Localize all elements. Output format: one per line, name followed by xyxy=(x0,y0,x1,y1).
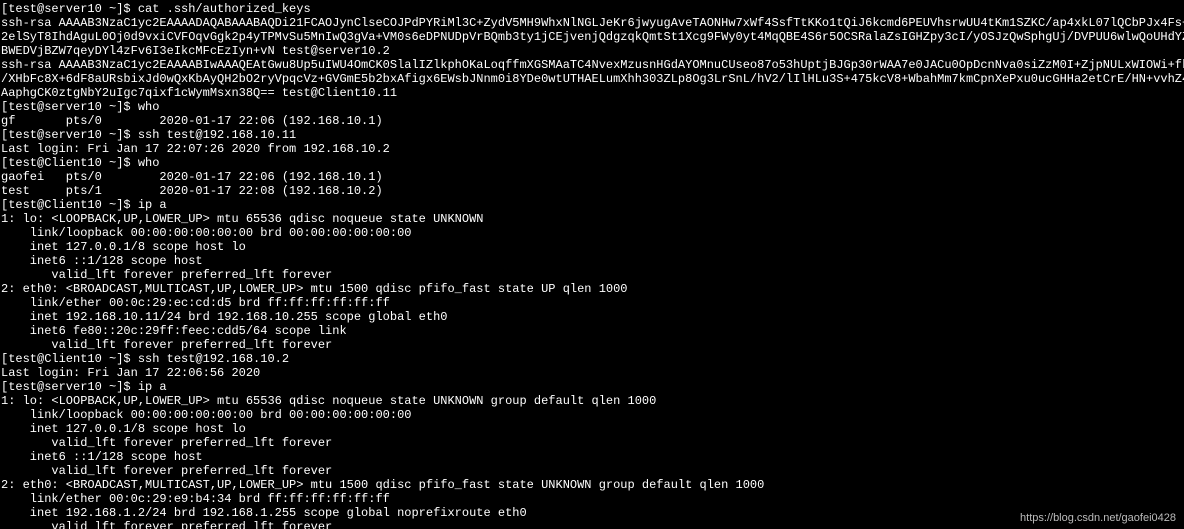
terminal-line: [test@server10 ~]$ who xyxy=(1,100,1183,114)
terminal-line: Last login: Fri Jan 17 22:07:26 2020 fro… xyxy=(1,142,1183,156)
terminal-line: [test@Client10 ~]$ ip a xyxy=(1,198,1183,212)
terminal-line: ssh-rsa AAAAB3NzaC1yc2EAAAABIwAAAQEAtGwu… xyxy=(1,58,1183,72)
terminal-line: ssh-rsa AAAAB3NzaC1yc2EAAAADAQABAAABAQDi… xyxy=(1,16,1183,30)
terminal-line: link/loopback 00:00:00:00:00:00 brd 00:0… xyxy=(1,226,1183,240)
terminal-line: [test@Client10 ~]$ ssh test@192.168.10.2 xyxy=(1,352,1183,366)
terminal-line: inet6 ::1/128 scope host xyxy=(1,450,1183,464)
terminal-line: inet6 ::1/128 scope host xyxy=(1,254,1183,268)
terminal-line: Last login: Fri Jan 17 22:06:56 2020 xyxy=(1,366,1183,380)
terminal-output[interactable]: [test@server10 ~]$ cat .ssh/authorized_k… xyxy=(0,0,1184,529)
terminal-line: valid_lft forever preferred_lft forever xyxy=(1,338,1183,352)
terminal-line: gf pts/0 2020-01-17 22:06 (192.168.10.1) xyxy=(1,114,1183,128)
terminal-line: inet 127.0.0.1/8 scope host lo xyxy=(1,240,1183,254)
terminal-line: BWEDVjBZW7qeyDYl4zFv6I3eIkcMFcEzIyn+vN t… xyxy=(1,44,1183,58)
terminal-line: 1: lo: <LOOPBACK,UP,LOWER_UP> mtu 65536 … xyxy=(1,212,1183,226)
terminal-line: inet 127.0.0.1/8 scope host lo xyxy=(1,422,1183,436)
terminal-line: valid_lft forever preferred_lft forever xyxy=(1,268,1183,282)
terminal-line: [test@server10 ~]$ ip a xyxy=(1,380,1183,394)
terminal-line: AaphgCK0ztgNbY2uIgc7qixf1cWymMsxn38Q== t… xyxy=(1,86,1183,100)
terminal-line: valid_lft forever preferred_lft forever xyxy=(1,464,1183,478)
terminal-line: [test@server10 ~]$ ssh test@192.168.10.1… xyxy=(1,128,1183,142)
terminal-line: link/ether 00:0c:29:ec:cd:d5 brd ff:ff:f… xyxy=(1,296,1183,310)
terminal-line: valid_lft forever preferred_lft forever xyxy=(1,436,1183,450)
terminal-line: test pts/1 2020-01-17 22:08 (192.168.10.… xyxy=(1,184,1183,198)
terminal-line: 2: eth0: <BROADCAST,MULTICAST,UP,LOWER_U… xyxy=(1,282,1183,296)
terminal-line: gaofei pts/0 2020-01-17 22:06 (192.168.1… xyxy=(1,170,1183,184)
terminal-line: valid_lft forever preferred_lft forever xyxy=(1,520,1183,529)
terminal-line: [test@Client10 ~]$ who xyxy=(1,156,1183,170)
terminal-line: 2elSyT8IhdAguL0Oj0d9vxiCVFOqvGgk2p4yTPMv… xyxy=(1,30,1183,44)
watermark-text: https://blog.csdn.net/gaofei0428 xyxy=(1020,511,1176,525)
terminal-line: inet 192.168.1.2/24 brd 192.168.1.255 sc… xyxy=(1,506,1183,520)
terminal-line: inet6 fe80::20c:29ff:feec:cdd5/64 scope … xyxy=(1,324,1183,338)
terminal-line: [test@server10 ~]$ cat .ssh/authorized_k… xyxy=(1,2,1183,16)
terminal-line: 2: eth0: <BROADCAST,MULTICAST,UP,LOWER_U… xyxy=(1,478,1183,492)
terminal-line: link/loopback 00:00:00:00:00:00 brd 00:0… xyxy=(1,408,1183,422)
terminal-line: /XHbFc8X+6dF8aURsbixJd0wQxKbAyQH2bO2ryVp… xyxy=(1,72,1183,86)
terminal-line: link/ether 00:0c:29:e9:b4:34 brd ff:ff:f… xyxy=(1,492,1183,506)
terminal-line: 1: lo: <LOOPBACK,UP,LOWER_UP> mtu 65536 … xyxy=(1,394,1183,408)
terminal-line: inet 192.168.10.11/24 brd 192.168.10.255… xyxy=(1,310,1183,324)
